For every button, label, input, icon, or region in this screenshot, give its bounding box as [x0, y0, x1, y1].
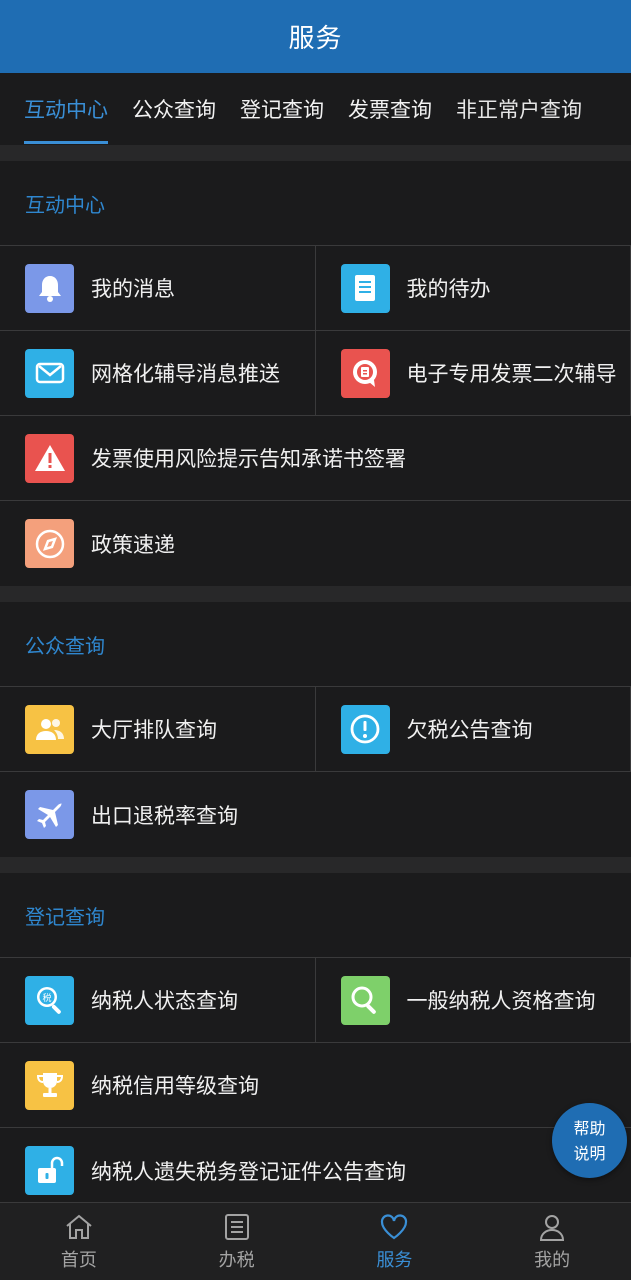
help-label-line1: 帮助 — [573, 1118, 606, 1138]
exclamation-icon — [340, 704, 390, 754]
section-registration-query: 登记查询 税 纳税人状态查询 一般纳税人资格查询 纳税信用等级查询 纳税人遗失税… — [0, 873, 631, 1203]
svg-text:税: 税 — [42, 992, 51, 1004]
service-list[interactable]: 互动中心 我的消息 我的待办 网格化辅导消息推送 电子专用发票二次辅导 发票使用… — [0, 145, 631, 1203]
compass-icon — [25, 519, 74, 568]
section-divider — [0, 857, 631, 873]
item-label: 网格化辅导消息推送 — [91, 362, 280, 386]
item-general-taxpayer[interactable]: 一般纳税人资格查询 — [316, 958, 631, 1042]
item-label: 欠税公告查询 — [406, 718, 533, 742]
grid-row: 网格化辅导消息推送 电子专用发票二次辅导 — [0, 331, 631, 416]
item-label: 政策速递 — [91, 532, 175, 557]
warning-icon — [25, 433, 74, 483]
grid-row: 我的消息 我的待办 — [0, 246, 631, 331]
tab-registration-query[interactable]: 登记查询 — [240, 73, 324, 145]
people-icon — [25, 704, 74, 754]
list-row: 纳税信用等级查询 — [0, 1043, 631, 1128]
item-lost-certificate[interactable]: 纳税人遗失税务登记证件公告查询 — [0, 1128, 631, 1203]
section-public-query: 公众查询 大厅排队查询 欠税公告查询 出口退税率查询 — [0, 602, 631, 857]
item-taxpayer-status[interactable]: 税 纳税人状态查询 — [0, 958, 316, 1042]
item-label: 纳税人遗失税务登记证件公告查询 — [91, 1159, 406, 1184]
home-icon — [66, 1214, 92, 1239]
item-my-messages[interactable]: 我的消息 — [0, 246, 316, 330]
nav-home[interactable]: 首页 — [0, 1203, 158, 1280]
section-interaction-center: 互动中心 我的消息 我的待办 网格化辅导消息推送 电子专用发票二次辅导 发票使用… — [0, 161, 631, 586]
user-icon — [540, 1215, 565, 1241]
section-divider — [0, 586, 631, 602]
tab-abnormal-household-query[interactable]: 非正常户查询 — [456, 73, 582, 145]
section-title: 互动中心 — [0, 161, 631, 246]
invoice-chat-icon — [340, 348, 390, 398]
item-invoice-risk[interactable]: 发票使用风险提示告知承诺书签署 — [0, 416, 631, 500]
item-label: 大厅排队查询 — [91, 718, 217, 742]
nav-label: 办税 — [218, 1250, 255, 1271]
tab-invoice-query[interactable]: 发票查询 — [348, 73, 432, 145]
section-divider — [0, 145, 631, 161]
item-policy[interactable]: 政策速递 — [0, 501, 631, 586]
item-label: 出口退税率查询 — [91, 803, 238, 828]
heart-icon — [381, 1214, 408, 1240]
bottom-navigation: 首页 办税 服务 我的 — [0, 1202, 631, 1280]
item-label: 我的消息 — [91, 277, 175, 301]
item-e-invoice[interactable]: 电子专用发票二次辅导 — [316, 331, 631, 415]
app-header: 服务 — [0, 0, 631, 73]
list-row: 发票使用风险提示告知承诺书签署 — [0, 416, 631, 501]
nav-label: 我的 — [534, 1250, 571, 1271]
trophy-icon — [25, 1060, 74, 1110]
item-arrears-notice[interactable]: 欠税公告查询 — [316, 687, 631, 771]
help-button[interactable]: 帮助 说明 — [552, 1103, 627, 1178]
item-export-rebate[interactable]: 出口退税率查询 — [0, 772, 631, 857]
item-my-todo[interactable]: 我的待办 — [316, 246, 631, 330]
nav-service[interactable]: 服务 — [316, 1203, 474, 1280]
page-title: 服务 — [288, 24, 343, 54]
unlock-icon — [25, 1146, 74, 1195]
item-grid-push[interactable]: 网格化辅导消息推送 — [0, 331, 316, 415]
nav-tax[interactable]: 办税 — [158, 1203, 316, 1280]
envelope-icon — [25, 348, 74, 398]
nav-mine[interactable]: 我的 — [473, 1203, 631, 1280]
tab-public-query[interactable]: 公众查询 — [132, 73, 216, 145]
grid-row: 税 纳税人状态查询 一般纳税人资格查询 — [0, 958, 631, 1043]
item-label: 我的待办 — [406, 277, 491, 301]
nav-label: 首页 — [60, 1250, 97, 1271]
item-label: 纳税人状态查询 — [91, 989, 238, 1013]
item-credit-level[interactable]: 纳税信用等级查询 — [0, 1043, 631, 1127]
list-icon — [224, 1214, 249, 1240]
airplane-icon — [25, 790, 74, 839]
item-label: 一般纳税人资格查询 — [406, 989, 596, 1013]
item-label: 电子专用发票二次辅导 — [406, 362, 617, 386]
tab-bar: 互动中心 公众查询 登记查询 发票查询 非正常户查询 — [0, 73, 631, 145]
list-row: 政策速递 — [0, 501, 631, 586]
document-list-icon — [340, 263, 390, 313]
nav-label: 服务 — [376, 1250, 413, 1271]
bell-icon — [25, 263, 74, 313]
list-row: 出口退税率查询 — [0, 772, 631, 857]
help-label-line2: 说明 — [573, 1143, 606, 1163]
item-label: 发票使用风险提示告知承诺书签署 — [91, 447, 406, 471]
list-row: 纳税人遗失税务登记证件公告查询 — [0, 1128, 631, 1203]
section-title: 登记查询 — [0, 873, 631, 958]
tax-search-icon: 税 — [25, 975, 74, 1025]
section-title: 公众查询 — [0, 602, 631, 687]
tab-interaction-center[interactable]: 互动中心 — [24, 73, 108, 145]
grid-row: 大厅排队查询 欠税公告查询 — [0, 687, 631, 772]
search-icon — [340, 975, 390, 1025]
item-hall-queue[interactable]: 大厅排队查询 — [0, 687, 316, 771]
item-label: 纳税信用等级查询 — [91, 1074, 259, 1098]
